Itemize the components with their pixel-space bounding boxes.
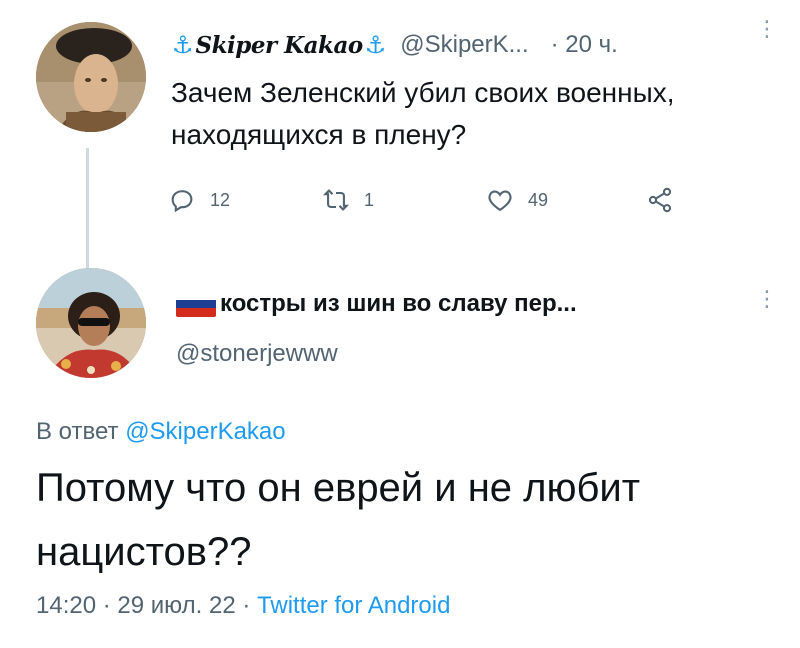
more-icon[interactable]: ⋮ — [756, 18, 778, 40]
separator: · — [242, 592, 251, 619]
reply-button[interactable]: 12 — [168, 186, 230, 214]
tweet1-header: ⚓ Skiper Kakao ⚓ @SkiperK... · 20 ч. — [170, 30, 618, 60]
photo-avatar-image — [36, 268, 146, 378]
tweet2-text: Потому что он еврей и не любит нацистов?… — [36, 466, 641, 574]
anchor-icon: ⚓ — [172, 31, 194, 59]
reply-handle-link[interactable]: @SkiperKakao — [125, 418, 285, 445]
more-icon[interactable]: ⋮ — [756, 288, 778, 310]
like-button[interactable]: 49 — [486, 186, 548, 214]
share-icon — [648, 187, 672, 213]
separator: · — [102, 592, 111, 619]
tweet1-handle[interactable]: @SkiperK... — [400, 31, 528, 59]
russian-flag-icon — [176, 291, 216, 317]
portrait-avatar-image — [36, 22, 146, 132]
tweet-source-link[interactable]: Twitter for Android — [257, 592, 450, 619]
tweet2-meta: 14:20 · 29 июл. 22 · Twitter for Android — [36, 592, 450, 620]
reply-count: 12 — [210, 189, 231, 210]
like-icon — [488, 190, 512, 212]
avatar-skiper[interactable] — [36, 22, 146, 132]
tweet2-display-name[interactable]: костры из шин во славу пер... — [220, 290, 577, 318]
tweet1-text: Зачем Зеленский убил своих военных, нахо… — [171, 77, 675, 150]
share-button[interactable] — [646, 186, 688, 214]
retweet-icon — [322, 189, 350, 211]
retweet-button[interactable]: 1 — [322, 186, 374, 214]
reply-prefix: В ответ — [36, 418, 119, 445]
tweet2-handle[interactable]: @stonerjewww — [176, 340, 338, 368]
reply-icon — [171, 190, 193, 213]
tweet1-time[interactable]: · 20 ч. — [551, 31, 618, 59]
thread-line — [86, 148, 89, 268]
like-count: 49 — [528, 189, 549, 210]
reply-context: В ответ @SkiperKakao — [36, 418, 286, 446]
tweet2-header[interactable]: костры из шин во славу пер... — [176, 290, 577, 318]
avatar-stonerjewww[interactable] — [36, 268, 146, 378]
tweet1-display-name[interactable]: Skiper Kakao — [196, 32, 364, 59]
tweet-date[interactable]: 29 июл. 22 — [117, 592, 235, 619]
tweet-time[interactable]: 14:20 — [36, 592, 96, 619]
retweet-count: 1 — [364, 189, 375, 210]
anchor-icon: ⚓ — [364, 31, 387, 59]
tweet1-action-bar: 12 1 49 — [168, 186, 688, 220]
